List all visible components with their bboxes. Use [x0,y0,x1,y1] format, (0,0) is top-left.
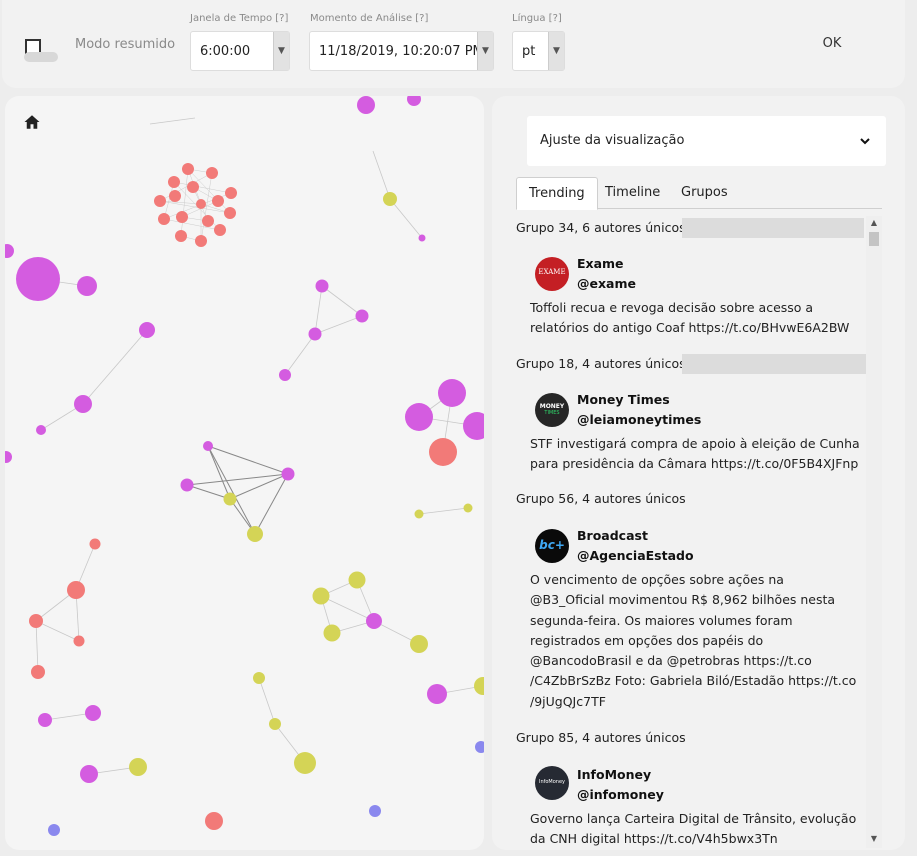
chevron-down-icon: ▼ [548,32,564,70]
ok-button[interactable]: OK [808,31,856,57]
chevron-down-icon: ▼ [273,32,289,70]
lingua-value: pt [522,44,536,59]
author-name[interactable]: Money Times [577,392,670,407]
tweet-text: Governo lança Carteira Digital de Trânsi… [530,811,857,847]
network-graph[interactable] [5,96,484,850]
momento-select[interactable]: 11/18/2019, 10:20:07 PM ▼ [309,31,494,71]
graph-edges [35,117,484,775]
modo-resumido-toggle[interactable] [24,52,58,62]
tweet-text: STF investigará compra de apoio à eleiçã… [530,436,860,472]
tab-bar: Trending Timeline Grupos [516,177,882,210]
graph-canvas [5,96,484,836]
scroll-thumb[interactable] [869,232,879,246]
tab-grupos[interactable]: Grupos [669,177,740,209]
group-header: Grupo 56, 4 autores únicos [516,491,686,506]
janela-select[interactable]: 6:00:00 ▼ [190,31,290,71]
momento-value: 11/18/2019, 10:20:07 PM [319,44,484,59]
author-handle[interactable]: @AgenciaEstado [577,548,694,563]
author-handle[interactable]: @exame [577,276,636,291]
top-bar: Modo resumido Janela de Tempo [?] 6:00:0… [2,0,905,88]
tweet-text: Toffoli recua e revoga decisão sobre ace… [530,300,850,336]
author-name[interactable]: InfoMoney [577,767,651,782]
modo-resumido-label: Modo resumido [75,37,176,52]
chevron-down-icon: ▼ [477,32,493,70]
avatar: MONEY TIMES [535,393,569,427]
janela-value: 6:00:00 [200,44,251,59]
author-handle[interactable]: @leiamoneytimes [577,412,701,427]
lingua-label: Língua [?] [512,13,562,24]
side-panel: Ajuste da visualização Trending Timeline… [492,96,905,850]
cluster-edges [159,168,232,242]
trending-feed[interactable]: Grupo 34, 6 autores únicos EXAME Exame @… [516,216,866,850]
scroll-down-icon[interactable]: ▼ [866,834,882,846]
author-handle[interactable]: @infomoney [577,787,664,802]
chevron-down-icon [860,138,870,145]
group-header: Grupo 85, 4 autores únicos [516,730,686,745]
group-bar [682,354,866,374]
ajuste-label: Ajuste da visualização [540,133,685,148]
feed-scrollbar[interactable]: ▲ ▼ [866,216,882,848]
momento-label: Momento de Análise [?] [310,13,429,24]
group-header: Grupo 34, 6 autores únicos [516,220,686,235]
tab-timeline[interactable]: Timeline [593,177,672,209]
avatar: EXAME [535,257,569,291]
avatar: bc+ [535,529,569,563]
author-name[interactable]: Exame [577,256,624,271]
group-header: Grupo 18, 4 autores únicos [516,356,686,371]
cluster-nodes [154,163,237,247]
ajuste-dropdown[interactable]: Ajuste da visualização [527,116,886,166]
author-name[interactable]: Broadcast [577,528,648,543]
scroll-up-icon[interactable]: ▲ [866,218,882,230]
janela-label: Janela de Tempo [?] [190,13,289,24]
home-icon[interactable] [23,113,41,131]
graph-nodes [5,96,484,836]
tab-trending[interactable]: Trending [516,177,598,210]
avatar: InfoMoney [535,766,569,800]
tweet-text: O vencimento de opções sobre ações na @B… [530,572,857,709]
graph-edges-dark [186,445,289,535]
lingua-select[interactable]: pt ▼ [512,31,565,71]
group-bar [682,218,864,238]
